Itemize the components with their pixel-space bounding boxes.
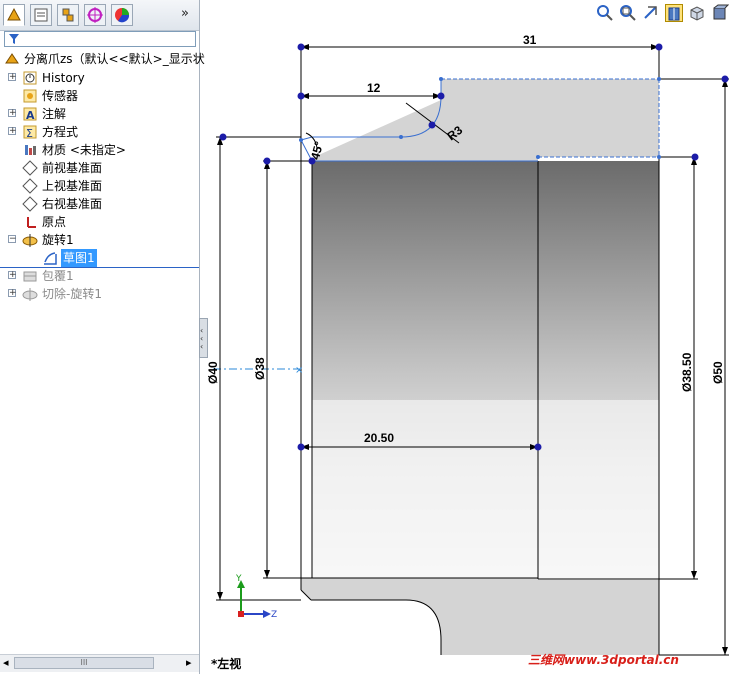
view-name-label: *左视: [211, 657, 242, 671]
revolve-icon: [22, 234, 38, 247]
dimension-12[interactable]: 12: [367, 81, 381, 95]
feature-tree-icon: [7, 7, 21, 21]
property-manager-tab[interactable]: [30, 4, 52, 26]
dimension-dia38-50[interactable]: Ø38.50: [680, 352, 694, 392]
zoom-to-area-icon[interactable]: [619, 4, 637, 22]
tree-item-label: History: [42, 71, 85, 85]
part-icon: [5, 53, 19, 64]
tree-item-label: 原点: [42, 215, 67, 229]
horizontal-scrollbar[interactable]: ◂ III ▸: [0, 654, 199, 672]
tree-item-label: 旋转1: [42, 233, 74, 247]
dimxpert-manager-tab[interactable]: [84, 4, 106, 26]
plane-icon: [22, 160, 38, 176]
tree-item-label: 切除-旋转1: [42, 287, 102, 301]
origin-icon: [27, 217, 36, 228]
tree-item-label: 草图1: [61, 249, 97, 267]
previous-view-icon[interactable]: [642, 4, 660, 22]
material-icon: [25, 145, 36, 155]
scroll-grip: III: [80, 658, 88, 667]
tree-item-label: 材质 <未指定>: [42, 143, 126, 157]
tree-item-label: 包覆1: [42, 269, 74, 283]
feature-manager-panel: » 分离爪zs（默认<<默认>_显示状 + History 传感器 + A 注解…: [0, 0, 205, 674]
dimension-dia50[interactable]: Ø50: [711, 361, 725, 384]
expand-toggle[interactable]: +: [8, 127, 17, 136]
section-view-icon[interactable]: [665, 4, 683, 22]
feature-tree: 分离爪zs（默认<<默认>_显示状 + History 传感器 + A 注解 +…: [0, 50, 205, 655]
tree-filter-input[interactable]: [4, 31, 196, 47]
dimxpert-icon: [87, 7, 103, 23]
equations-icon: Σ: [23, 125, 37, 140]
feature-manager-tabs: »: [0, 0, 199, 31]
watermark-text: 三维网www.3dportal.cn: [528, 653, 679, 667]
plane-icon: [22, 196, 38, 212]
tree-item-label: 上视基准面: [42, 179, 103, 193]
tree-item-label: 右视基准面: [42, 197, 103, 211]
expand-toggle[interactable]: +: [8, 289, 17, 298]
wrap-icon: [23, 271, 37, 282]
zoom-to-fit-icon[interactable]: [596, 4, 614, 22]
expand-toggle[interactable]: +: [8, 271, 17, 280]
scroll-right-arrow[interactable]: ▸: [186, 656, 192, 669]
sensors-icon: [23, 89, 37, 103]
triad-z-label: Z: [271, 610, 277, 620]
collapse-toggle[interactable]: −: [8, 235, 17, 244]
scroll-thumb[interactable]: III: [14, 657, 154, 669]
graphics-area[interactable]: × 31 12 R3 45° 20.50 Ø40 Ø38 Ø38.50 Ø50 …: [201, 0, 748, 674]
cylinder-face-bottom-band: [312, 400, 659, 580]
scroll-left-arrow[interactable]: ◂: [3, 656, 9, 669]
dimension-dia40[interactable]: Ø40: [206, 361, 220, 384]
tree-item-label: 方程式: [42, 125, 79, 139]
tree-item-label: 前视基准面: [42, 161, 103, 175]
svg-text:A: A: [26, 109, 35, 122]
expand-toggle[interactable]: +: [8, 73, 17, 82]
property-icon: [34, 8, 48, 22]
tree-item-label: 传感器: [42, 89, 79, 103]
centerline-arrow: ×: [295, 365, 303, 376]
coordinate-triad: Y Z: [235, 574, 277, 620]
section-region-top: [312, 79, 659, 161]
annotations-icon: A: [23, 107, 37, 122]
triad-y-label: Y: [235, 574, 242, 584]
svg-text:Σ: Σ: [26, 127, 33, 140]
display-style-icon[interactable]: [711, 4, 729, 22]
view-orientation-icon[interactable]: [688, 4, 706, 22]
feature-manager-tab[interactable]: [3, 4, 25, 26]
configuration-manager-tab[interactable]: [57, 4, 79, 26]
cut-revolve-icon: [22, 288, 38, 301]
cut-region: [301, 600, 441, 660]
dimension-31[interactable]: 31: [523, 33, 537, 47]
more-tabs-button[interactable]: »: [181, 6, 189, 21]
part-name: 分离爪zs（默认<<默认>_显示状: [24, 52, 205, 66]
display-manager-icon: [115, 8, 130, 23]
dimension-dia38[interactable]: Ø38: [253, 357, 267, 380]
history-icon: [23, 71, 37, 85]
expand-toggle[interactable]: +: [8, 109, 17, 118]
filter-icon: [9, 34, 19, 44]
display-manager-tab[interactable]: [111, 4, 133, 26]
plane-icon: [22, 178, 38, 194]
sketch-canvas[interactable]: × 31 12 R3 45° 20.50 Ø40 Ø38 Ø38.50 Ø50 …: [201, 0, 748, 674]
dimension-20-50[interactable]: 20.50: [364, 431, 394, 445]
configuration-icon: [62, 8, 74, 22]
tree-item-label: 注解: [42, 107, 67, 121]
sketch-icon: [44, 252, 57, 265]
